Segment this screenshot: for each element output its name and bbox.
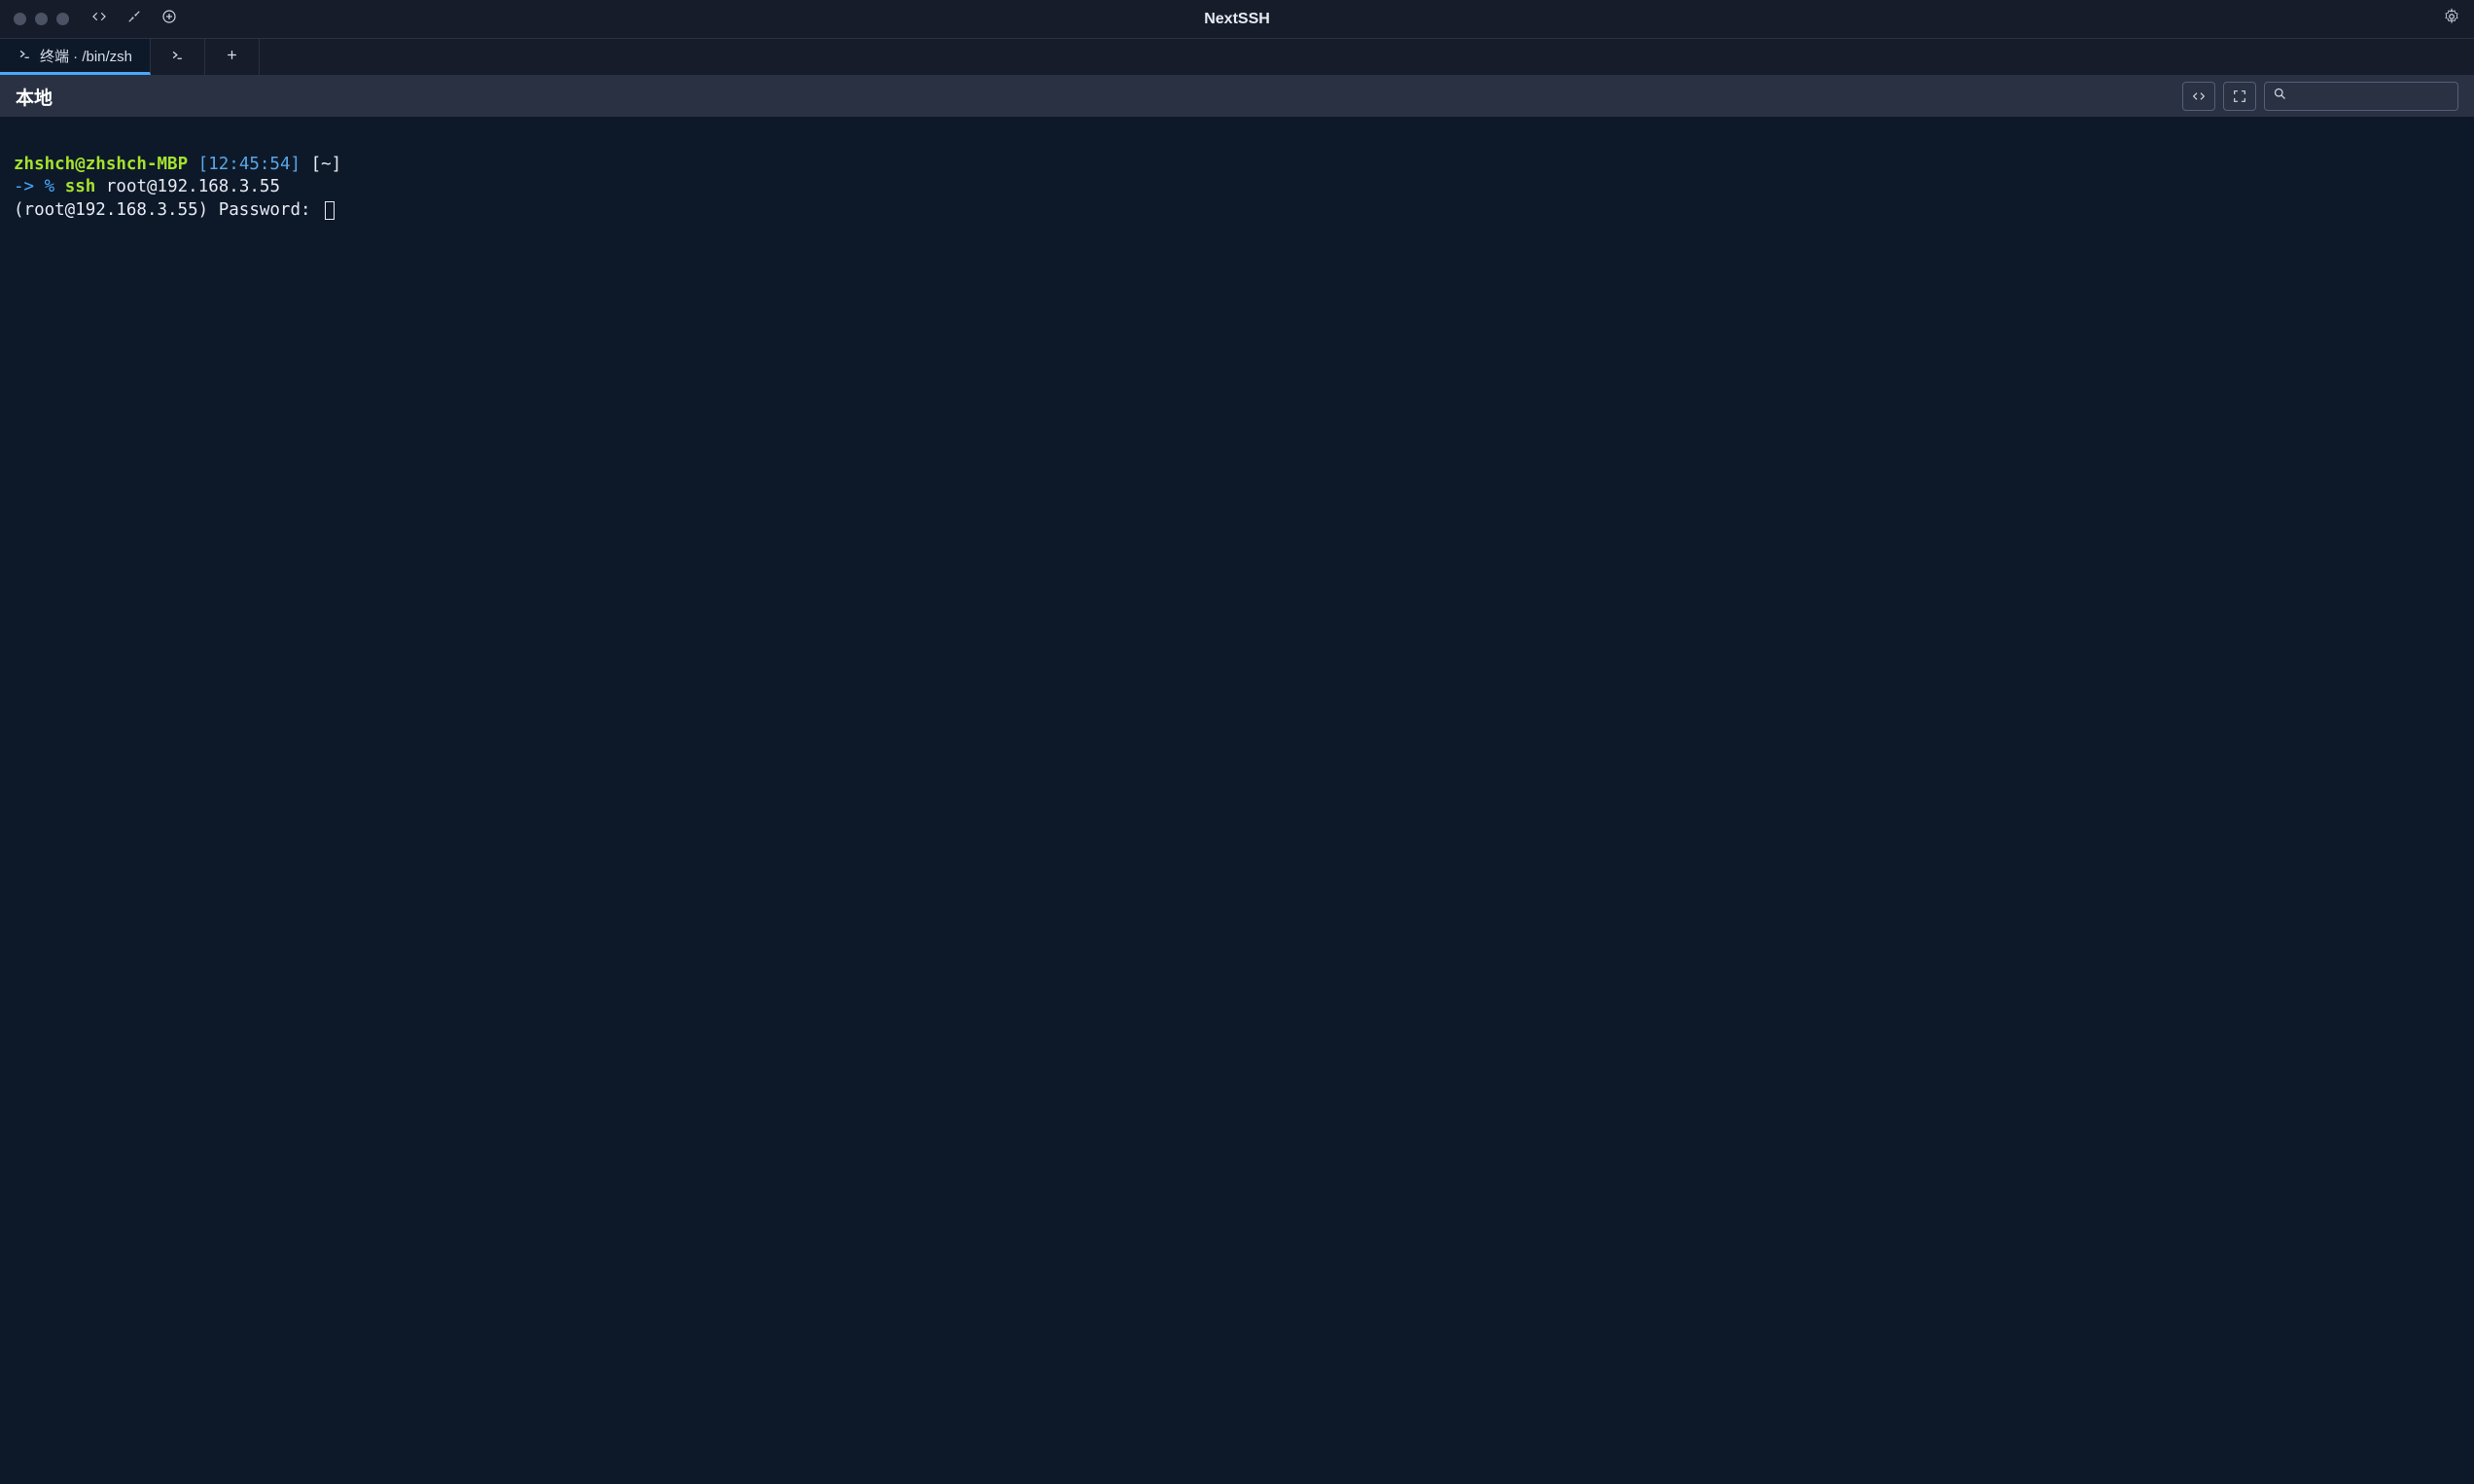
tab-terminal-zsh[interactable]: 终端 · /bin/zsh [0,39,151,75]
new-tab-button[interactable] [205,39,260,75]
plus-icon [225,48,239,66]
app-title: NextSSH [1204,11,1270,28]
titlebar-action-icons [90,8,178,30]
prompt-symbol: % [45,177,55,196]
prompt-userhost: zhshch@zhshch-MBP [14,155,188,174]
terminal-output[interactable]: zhshch@zhshch-MBP [12:45:54] [~] -> % ss… [0,117,2474,1484]
toolbar: 本地 [0,76,2474,117]
session-title: 本地 [16,84,53,110]
search-icon [2273,87,2287,106]
prompt-path: [~] [311,155,342,174]
cursor [325,201,335,220]
prompt-arrow: -> [14,177,34,196]
tab-label: 终端 · /bin/zsh [40,46,132,66]
command-arg: root@192.168.3.55 [106,177,280,196]
tab-secondary[interactable] [151,39,205,75]
prompt-time: [12:45:54] [198,155,300,174]
titlebar: NextSSH [0,0,2474,39]
zoom-window-button[interactable] [56,13,69,25]
code-button[interactable] [2182,82,2215,111]
fullscreen-button[interactable] [2223,82,2256,111]
password-prompt: (root@192.168.3.55) Password: [14,200,311,220]
add-icon[interactable] [160,8,178,30]
close-window-button[interactable] [14,13,26,25]
window-controls [14,13,69,25]
minimize-window-button[interactable] [35,13,48,25]
terminal-icon [170,48,185,66]
search-box[interactable] [2264,82,2458,111]
settings-icon[interactable] [2443,8,2460,30]
connection-icon[interactable] [125,8,143,30]
terminal-icon [18,47,32,65]
code-icon[interactable] [90,8,108,30]
tabbar: 终端 · /bin/zsh [0,39,2474,76]
command-name: ssh [65,177,96,196]
search-input[interactable] [2293,88,2469,104]
